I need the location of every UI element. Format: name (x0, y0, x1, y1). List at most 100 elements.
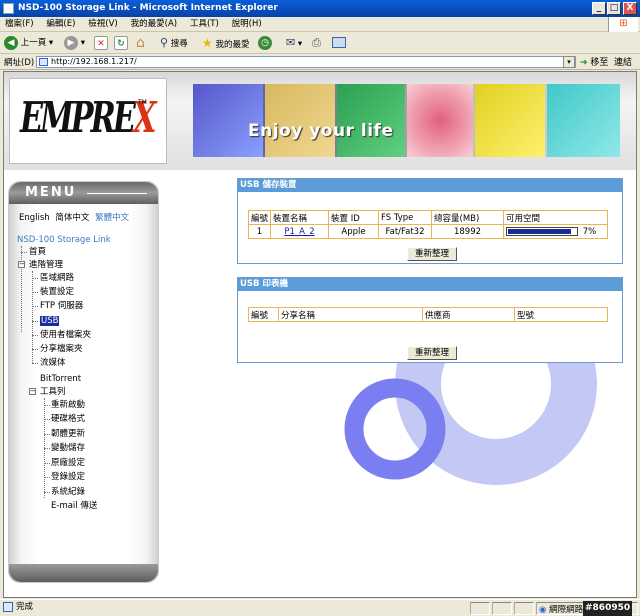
cell-no: 1 (248, 224, 271, 239)
back-arrow-icon: ◀ (4, 35, 18, 50)
tree-home[interactable]: 首頁 (29, 246, 46, 258)
home-icon: ⌂ (136, 35, 145, 51)
refresh-storage-button[interactable]: 重新整理 (407, 247, 457, 261)
table-header-row: 編號 分享名稱 供應商 型號 (248, 307, 608, 322)
sidebar-item-lan[interactable]: 區域網路 (40, 272, 74, 284)
sidebar-item-ftp[interactable]: FTP 伺服器 (40, 300, 83, 312)
device-link[interactable]: P1_A_2 (284, 227, 314, 237)
refresh-icon: ↻ (114, 35, 128, 50)
status-cell-3 (514, 602, 534, 615)
sidebar-item-usb[interactable]: USB (40, 315, 60, 327)
lang-simplified[interactable]: 简体中文 (55, 213, 89, 223)
close-button[interactable]: X (623, 2, 637, 15)
sidebar-item-reboot[interactable]: 重新啟動 (51, 399, 85, 411)
language-selector: English 简体中文 繁體中文 (19, 211, 132, 223)
lang-traditional[interactable]: 繁體中文 (95, 213, 129, 223)
toolbar: ◀ 上一頁 ▾ ▶ ▾ ✕ ↻ ⌂ ⚲ 搜尋 ★ 我的最愛 ◷ ✉ ▾ ⎙ (0, 32, 640, 54)
address-url: http://192.168.1.217/ (51, 57, 137, 66)
sidebar-menu: MENU English 简体中文 繁體中文 NSD-100 Storage L… (8, 181, 159, 583)
history-button[interactable]: ◷ (258, 35, 272, 51)
logo-tm: TM (138, 99, 147, 106)
col-no: 編號 (248, 307, 279, 322)
usb-printer-panel: USB 印表機 編號 分享名稱 供應商 型號 重新整理 (237, 277, 623, 363)
menu-help[interactable]: 說明(H) (227, 17, 267, 32)
collapse-advanced-icon[interactable]: − (18, 261, 25, 268)
mail-button[interactable]: ✉ ▾ (286, 35, 302, 51)
sidebar-item-email[interactable]: E-mail 傳送 (51, 500, 97, 512)
address-label: 網址(D) (4, 58, 35, 68)
edit-button[interactable] (332, 35, 346, 51)
sidebar-item-firmware[interactable]: 韌體更新 (51, 428, 85, 440)
logo-text: EMPREX (20, 93, 156, 142)
menu-title-line (87, 193, 147, 194)
address-bar: 網址(D) http://192.168.1.217/ ▾ ➔ 移至 連結 (0, 54, 640, 70)
forward-button[interactable]: ▶ ▾ (64, 35, 85, 51)
menu-tools[interactable]: 工具(T) (185, 17, 224, 32)
search-label: 搜尋 (170, 39, 188, 49)
menu-file[interactable]: 檔案(F) (0, 17, 39, 32)
address-dropdown-button[interactable]: ▾ (563, 56, 575, 68)
go-arrow-icon: ➔ (580, 58, 588, 68)
sidebar-item-device[interactable]: 裝置設定 (40, 286, 74, 298)
maximize-button[interactable]: □ (607, 2, 621, 15)
usb-storage-title: USB 儲存裝置 (238, 179, 622, 192)
col-device-id: 裝置 ID (328, 210, 379, 225)
print-button[interactable]: ⎙ (312, 35, 321, 51)
window-title: NSD-100 Storage Link - Microsoft Interne… (18, 3, 278, 13)
star-icon: ★ (202, 36, 213, 50)
page-icon (39, 58, 48, 66)
refresh-button[interactable]: ↻ (114, 35, 128, 51)
tree-tools[interactable]: 工具列 (40, 386, 66, 398)
table-header-row: 編號 裝置名稱 裝置 ID FS Type 總容量(MB) 可用空間 (248, 210, 608, 225)
col-share-name: 分享名稱 (278, 307, 423, 322)
menu-view[interactable]: 檢視(V) (83, 17, 122, 32)
free-space-percent: 7% (582, 226, 597, 237)
sidebar-item-share-folder[interactable]: 分享檔案夾 (40, 343, 83, 355)
search-button[interactable]: ⚲ 搜尋 (160, 35, 188, 51)
tree-root[interactable]: NSD-100 Storage Link (17, 234, 111, 246)
sidebar-item-streaming[interactable]: 流媒体 (40, 357, 66, 369)
tree-advanced[interactable]: 進階管理 (29, 259, 63, 271)
search-icon: ⚲ (160, 36, 169, 49)
col-vendor: 供應商 (422, 307, 515, 322)
back-label: 上一頁 (20, 38, 47, 48)
printer-icon: ⎙ (312, 36, 321, 49)
sidebar-item-bittorrent[interactable]: BitTorrent (40, 373, 81, 385)
edit-page-icon (332, 37, 346, 48)
collapse-tools-icon[interactable]: − (29, 388, 36, 395)
lang-english[interactable]: English (19, 213, 50, 223)
sidebar-item-login[interactable]: 登錄設定 (51, 471, 85, 483)
sidebar-item-syslog[interactable]: 系統紀錄 (51, 486, 85, 498)
mail-icon: ✉ (286, 36, 296, 49)
minimize-button[interactable]: _ (592, 2, 606, 15)
menu-header: MENU (9, 182, 158, 204)
address-input[interactable]: http://192.168.1.217/ (36, 56, 576, 68)
favorites-button[interactable]: ★ 我的最愛 (202, 35, 249, 51)
col-no: 編號 (248, 210, 271, 225)
refresh-printer-button[interactable]: 重新整理 (407, 346, 457, 360)
links-button[interactable]: 連結 (614, 55, 632, 68)
sidebar-item-user-folder[interactable]: 使用者檔案夾 (40, 329, 91, 341)
stop-icon: ✕ (94, 35, 108, 50)
page-header: EMPREX TM Enjoy your life (4, 72, 636, 170)
menu-title: MENU (25, 185, 77, 200)
go-button[interactable]: ➔ 移至 (580, 55, 608, 68)
home-button[interactable]: ⌂ (136, 35, 145, 51)
sidebar-item-factory[interactable]: 原廠設定 (51, 457, 85, 469)
menu-favorites[interactable]: 我的最愛(A) (126, 17, 182, 32)
col-device-name: 裝置名稱 (270, 210, 329, 225)
sidebar-item-save[interactable]: 變動儲存 (51, 442, 85, 454)
usb-storage-table: 編號 裝置名稱 裝置 ID FS Type 總容量(MB) 可用空間 1 P1_… (248, 210, 608, 239)
stop-button[interactable]: ✕ (94, 35, 108, 51)
menu-edit[interactable]: 編輯(E) (41, 17, 80, 32)
usb-printer-table: 編號 分享名稱 供應商 型號 (248, 307, 608, 322)
col-total: 總容量(MB) (431, 210, 504, 225)
globe-icon: ◉ (539, 605, 547, 615)
cell-free: 7% (503, 224, 608, 239)
back-button[interactable]: ◀ 上一頁 ▾ (4, 35, 53, 51)
title-bar: NSD-100 Storage Link - Microsoft Interne… (0, 0, 640, 17)
windows-logo-icon: ⊞ (608, 17, 638, 32)
sidebar-item-format[interactable]: 硬碟格式 (51, 413, 85, 425)
status-text: 完成 (16, 602, 34, 612)
status-cell-1 (470, 602, 490, 615)
